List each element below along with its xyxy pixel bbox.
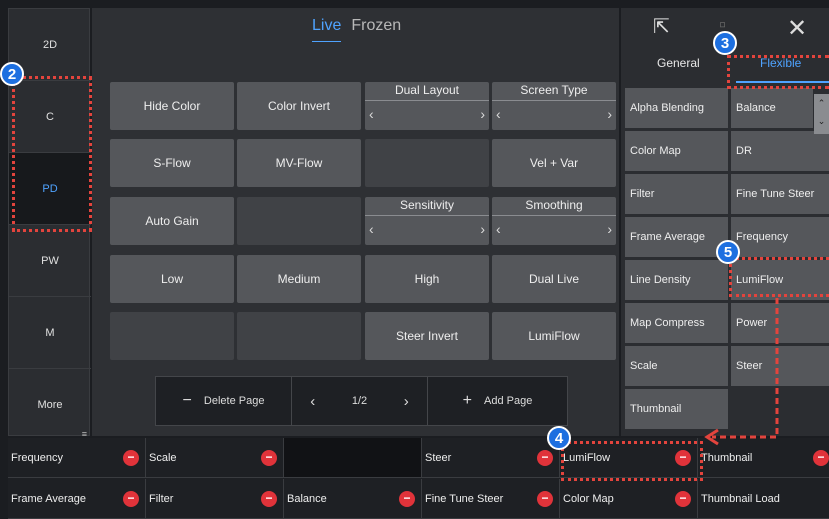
drag-arrow [704,298,779,446]
